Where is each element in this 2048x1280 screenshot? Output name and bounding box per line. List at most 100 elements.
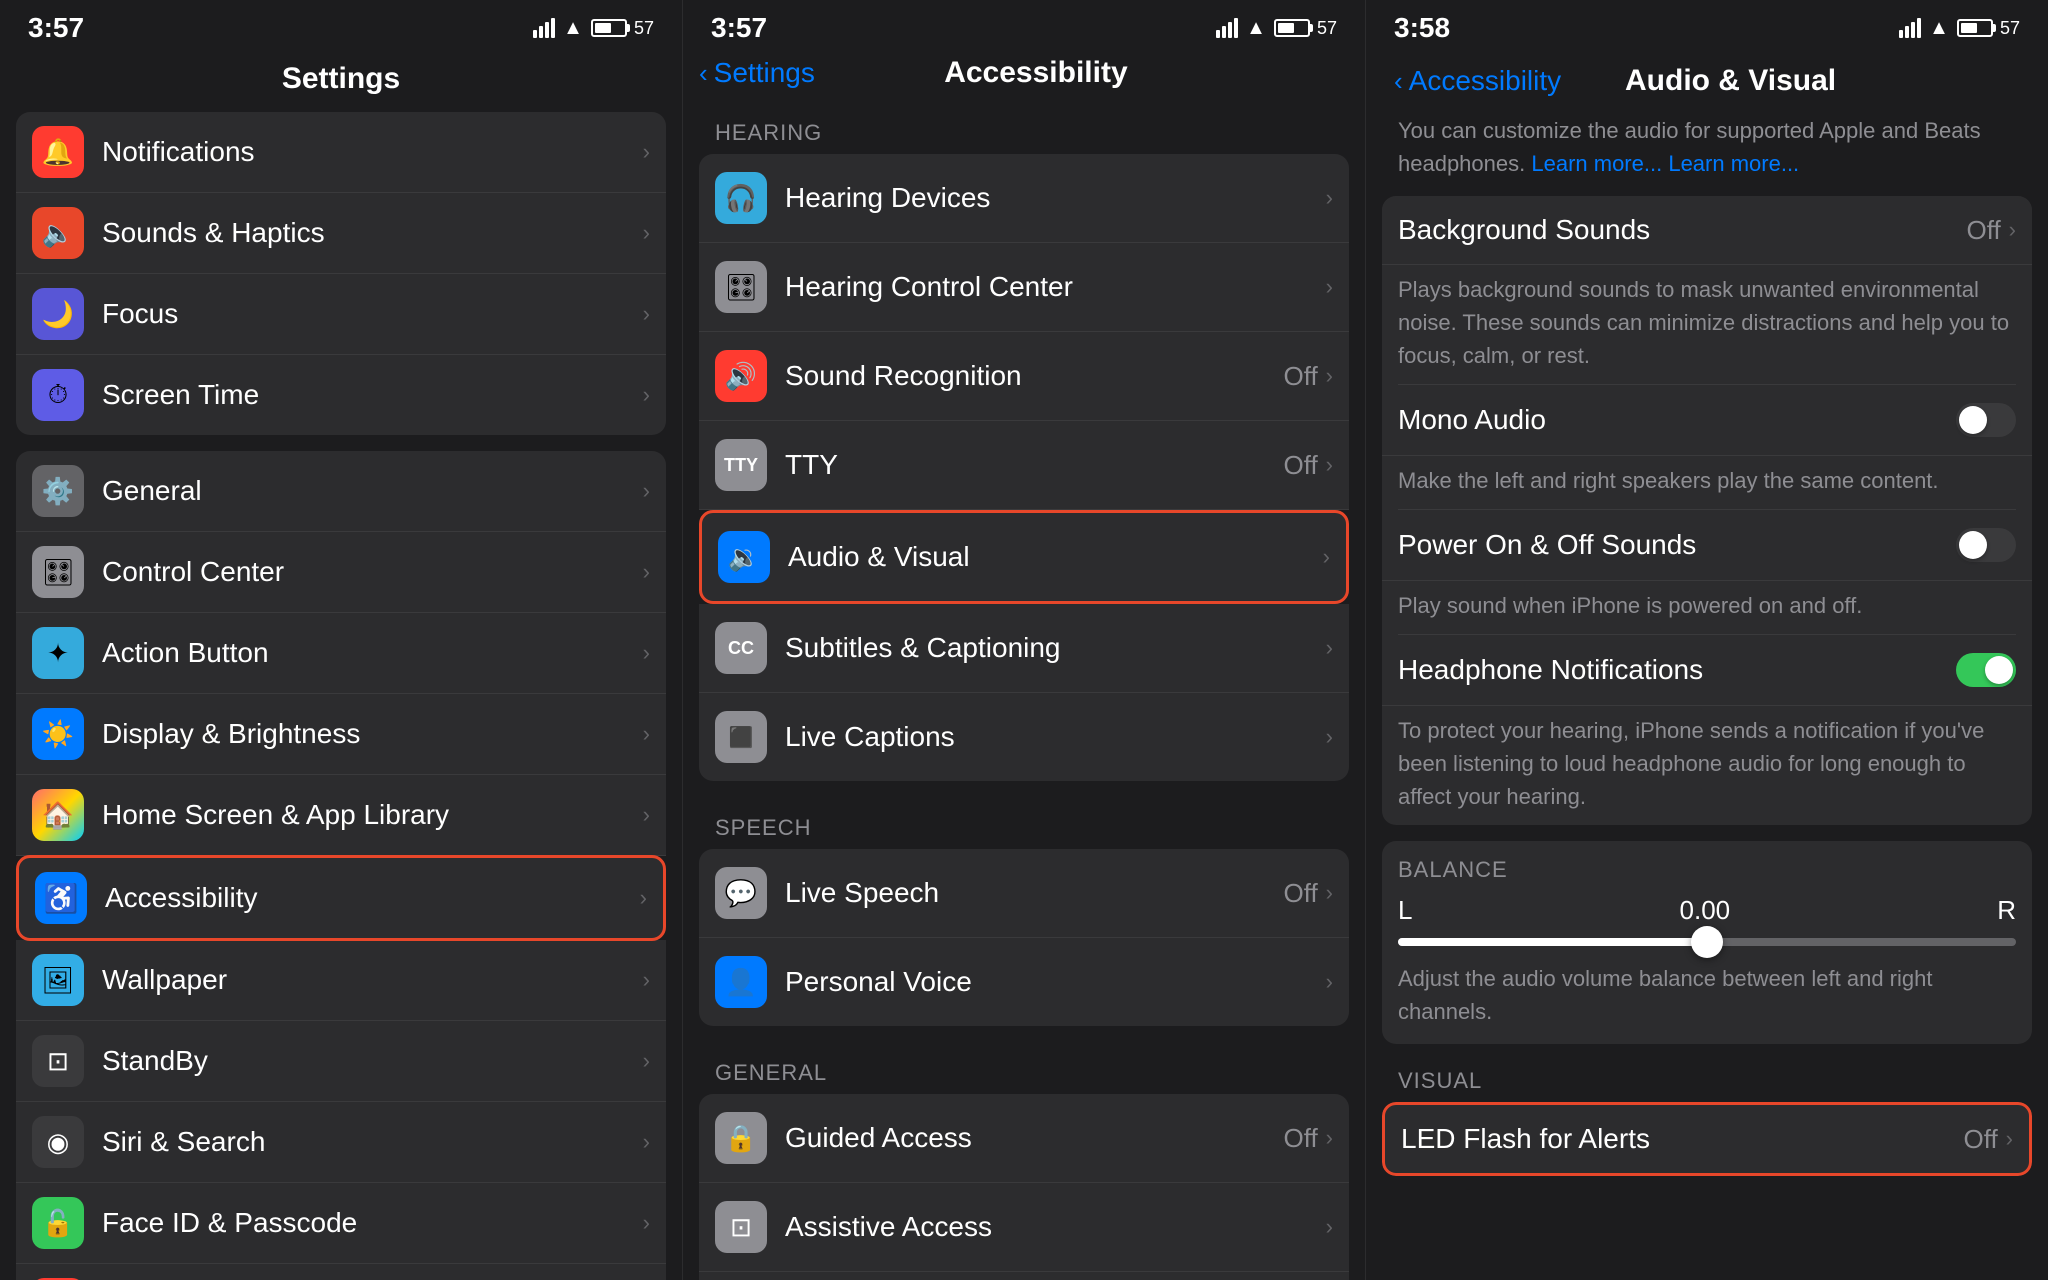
homescreen-label: Home Screen & App Library (102, 799, 635, 831)
status-icons-3: ▲ 57 (1899, 17, 2020, 40)
balance-section: BALANCE L 0.00 R Adjust the audio volume… (1382, 841, 2032, 1044)
livespeech-label: Live Speech (785, 877, 1283, 909)
row-hearingdevices[interactable]: 🎧 Hearing Devices › (699, 154, 1349, 243)
tty-value: Off (1283, 450, 1317, 481)
status-bar-2: 3:57 ▲ 57 (683, 0, 1365, 52)
homescreen-icon: 🏠 (32, 789, 84, 841)
row-soundrecognition[interactable]: 🔊 Sound Recognition Off › (699, 332, 1349, 421)
av-learn-more-link[interactable]: Learn more... (1531, 151, 1662, 176)
poweronsounds-toggle[interactable] (1956, 528, 2016, 562)
siri-chevron: › (643, 1129, 650, 1155)
notifications-label: Notifications (102, 136, 635, 168)
back-to-accessibility[interactable]: ‹ Accessibility (1394, 65, 1561, 97)
row-controlcenter[interactable]: 🎛 Control Center › (16, 532, 666, 613)
headphonenotifications-toggle[interactable] (1956, 653, 2016, 687)
settings-group-top: 🔔 Notifications › 🔈 Sounds & Haptics › 🌙… (16, 112, 666, 435)
visual-label: VISUAL (1382, 1060, 2032, 1102)
settings-list: 🔔 Notifications › 🔈 Sounds & Haptics › 🌙… (0, 112, 682, 1280)
battery-icon-3: 57 (1957, 18, 2020, 39)
settings-group-middle: ⚙️ General › 🎛 Control Center › ✦ Action… (16, 451, 666, 1280)
row-display[interactable]: ☀️ Display & Brightness › (16, 694, 666, 775)
battery-icon-1: 57 (591, 18, 654, 39)
balance-right-label: R (1997, 895, 2016, 926)
row-emergencysos[interactable]: 🆘 Emergency SOS › (16, 1264, 666, 1280)
backgroundsounds-label: Background Sounds (1398, 214, 1966, 246)
screentime-chevron: › (643, 382, 650, 408)
balance-label: BALANCE (1398, 857, 2016, 883)
hearing-group: 🎧 Hearing Devices › 🎛 Hearing Control Ce… (699, 154, 1349, 781)
status-icons-2: ▲ 57 (1216, 17, 1337, 40)
standby-icon: ⊡ (32, 1035, 84, 1087)
row-actionbutton[interactable]: ✦ Action Button › (16, 613, 666, 694)
balance-value: 0.00 (1680, 895, 1731, 926)
audiovisual-label: Audio & Visual (788, 541, 1323, 573)
av-top-description: You can customize the audio for supporte… (1382, 106, 2032, 196)
row-general[interactable]: ⚙️ General › (16, 451, 666, 532)
personalvoice-label: Personal Voice (785, 966, 1326, 998)
guidedaccess-value: Off (1283, 1123, 1317, 1154)
soundrecognition-chevron: › (1326, 363, 1333, 389)
acc-header: ‹ Settings Accessibility (683, 52, 1365, 102)
row-personalvoice[interactable]: 👤 Personal Voice › (699, 938, 1349, 1026)
row-homescreen[interactable]: 🏠 Home Screen & App Library › (16, 775, 666, 856)
wallpaper-icon: 🖼 (32, 954, 84, 1006)
wifi-icon-2: ▲ (1246, 17, 1266, 40)
display-label: Display & Brightness (102, 718, 635, 750)
balance-slider-thumb[interactable] (1691, 926, 1723, 958)
personalvoice-icon: 👤 (715, 956, 767, 1008)
back-to-settings[interactable]: ‹ Settings (699, 57, 815, 89)
row-audiovisual[interactable]: 🔉 Audio & Visual › (699, 510, 1349, 604)
controlcenter-chevron: › (643, 559, 650, 585)
row-wallpaper[interactable]: 🖼 Wallpaper › (16, 940, 666, 1021)
balance-slider-track[interactable] (1398, 938, 2016, 946)
tty-icon: TTY (715, 439, 767, 491)
faceid-chevron: › (643, 1210, 650, 1236)
row-guidedaccess[interactable]: 🔒 Guided Access Off › (699, 1094, 1349, 1183)
ledflash-value: Off (1963, 1124, 1997, 1155)
row-tty[interactable]: TTY TTY Off › (699, 421, 1349, 510)
focus-icon: 🌙 (32, 288, 84, 340)
notifications-chevron: › (643, 139, 650, 165)
headphonenotifications-desc: To protect your hearing, iPhone sends a … (1382, 706, 2032, 825)
sounds-label: Sounds & Haptics (102, 217, 635, 249)
row-subtitles[interactable]: CC Subtitles & Captioning › (699, 604, 1349, 693)
standby-chevron: › (643, 1048, 650, 1074)
av-page-title: Audio & Visual (1625, 64, 1836, 98)
row-livespeech[interactable]: 💬 Live Speech Off › (699, 849, 1349, 938)
subtitles-label: Subtitles & Captioning (785, 632, 1326, 664)
row-monoaudio[interactable]: Mono Audio (1382, 385, 2032, 456)
row-focus[interactable]: 🌙 Focus › (16, 274, 666, 355)
accessibility-page-title: Accessibility (944, 56, 1127, 89)
visual-section: VISUAL LED Flash for Alerts Off › (1382, 1060, 2032, 1176)
backgroundsounds-chevron: › (2009, 217, 2016, 243)
accessibility-list: HEARING 🎧 Hearing Devices › 🎛 Hearing Co… (683, 102, 1365, 1280)
row-faceid[interactable]: 🔓 Face ID & Passcode › (16, 1183, 666, 1264)
sounds-chevron: › (643, 220, 650, 246)
hearingdevices-chevron: › (1326, 185, 1333, 211)
accessibility-icon: ♿ (35, 872, 87, 924)
screentime-label: Screen Time (102, 379, 635, 411)
row-siri-acc[interactable]: ◉ Siri › (699, 1272, 1349, 1280)
actionbutton-chevron: › (643, 640, 650, 666)
av-learn-more-text[interactable]: Learn more... (1668, 151, 1799, 176)
row-notifications[interactable]: 🔔 Notifications › (16, 112, 666, 193)
av-back-label: Accessibility (1409, 65, 1561, 97)
row-sounds[interactable]: 🔈 Sounds & Haptics › (16, 193, 666, 274)
row-ledflash[interactable]: LED Flash for Alerts Off › (1382, 1102, 2032, 1176)
subtitles-chevron: › (1326, 635, 1333, 661)
monoaudio-toggle[interactable] (1956, 403, 2016, 437)
row-siri[interactable]: ◉ Siri & Search › (16, 1102, 666, 1183)
row-backgroundsounds[interactable]: Background Sounds Off › (1382, 196, 2032, 265)
panel-audiovisual: 3:58 ▲ 57 ‹ Accessibility Audio & Visual (1366, 0, 2048, 1280)
row-livecaptions[interactable]: ⬛ Live Captions › (699, 693, 1349, 781)
speech-group: 💬 Live Speech Off › 👤 Personal Voice › (699, 849, 1349, 1026)
row-poweronsounds[interactable]: Power On & Off Sounds (1382, 510, 2032, 581)
row-assistiveaccess[interactable]: ⊡ Assistive Access › (699, 1183, 1349, 1272)
row-headphonenotifications[interactable]: Headphone Notifications (1382, 635, 2032, 706)
notifications-icon: 🔔 (32, 126, 84, 178)
row-hearingcontrolcenter[interactable]: 🎛 Hearing Control Center › (699, 243, 1349, 332)
general-label: General (102, 475, 635, 507)
row-screentime[interactable]: ⏱ Screen Time › (16, 355, 666, 435)
row-accessibility[interactable]: ♿ Accessibility › (16, 855, 666, 941)
row-standby[interactable]: ⊡ StandBy › (16, 1021, 666, 1102)
